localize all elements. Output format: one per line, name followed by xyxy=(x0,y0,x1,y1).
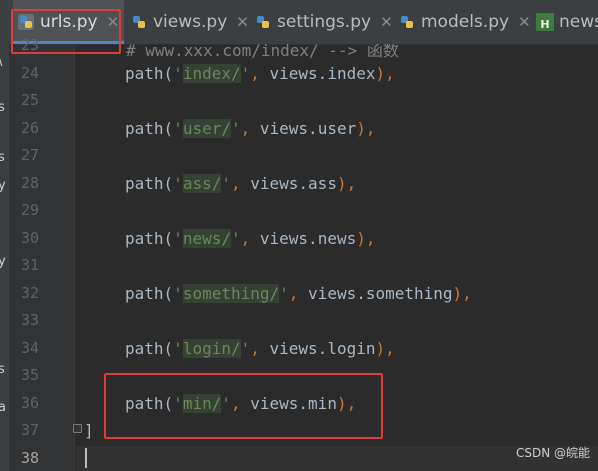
editor-tab-bar: urls.py ✕ views.py ✕ settings.py ✕ model… xyxy=(0,0,598,45)
line-number: 35 xyxy=(20,366,39,384)
line-number-gutter: 23 24 25 26 27 28 29 30 31 32 33 34 35 3… xyxy=(9,36,82,471)
code-line-route-ass: path('ass/', views.ass), xyxy=(125,174,357,193)
line-number: 29 xyxy=(20,201,39,219)
panel-glyph: s xyxy=(0,100,5,115)
panel-glyph: y xyxy=(0,178,6,193)
line-number: 26 xyxy=(20,119,39,137)
python-file-icon xyxy=(18,14,34,30)
python-file-icon xyxy=(401,16,413,28)
close-icon[interactable]: ✕ xyxy=(236,13,249,31)
tab-label: settings.py xyxy=(277,12,372,32)
line-number: 37 xyxy=(20,421,39,439)
panel-glyph: s xyxy=(0,150,5,165)
code-line-route-something: path('something/', views.something), xyxy=(125,284,472,303)
line-number: 24 xyxy=(20,64,39,82)
panel-glyph: \ xyxy=(0,54,2,69)
panel-glyph: y xyxy=(0,254,6,269)
tab-label: views.py xyxy=(153,12,228,32)
line-number: 27 xyxy=(20,146,39,164)
closing-bracket: ] xyxy=(84,421,94,440)
tab-models-py[interactable]: models.py ✕ xyxy=(398,0,531,44)
python-file-icon xyxy=(257,16,269,28)
line-number: 30 xyxy=(20,229,39,247)
line-number: 25 xyxy=(20,91,39,109)
tab-news-html[interactable]: H news. xyxy=(536,0,598,44)
html-file-icon: H xyxy=(536,13,554,31)
line-number: 34 xyxy=(20,339,39,357)
line-number: 36 xyxy=(20,394,39,412)
code-line-route-index: path('index/', views.index), xyxy=(125,64,395,83)
project-panel-edge: \ s s y y s a xyxy=(0,44,9,471)
code-editor[interactable]: # www.xxx.com/index/ --> 函数 path('index/… xyxy=(76,44,598,471)
line-number: 33 xyxy=(20,311,39,329)
close-icon[interactable]: ✕ xyxy=(107,13,120,31)
tab-label: urls.py xyxy=(40,12,98,32)
code-line-route-min: path('min/', views.min), xyxy=(125,394,357,413)
line-number: 28 xyxy=(20,174,39,192)
comment-line: # www.xxx.com/index/ --> 函数 xyxy=(126,44,399,60)
tab-views-py[interactable]: views.py ✕ xyxy=(130,0,249,44)
tab-label: news. xyxy=(559,12,598,32)
watermark: CSDN @皖能 xyxy=(515,446,590,460)
line-number: 31 xyxy=(20,256,39,274)
panel-glyph: s xyxy=(0,362,5,377)
line-number: 32 xyxy=(20,284,39,302)
code-line-route-user: path('user/', views.user), xyxy=(125,119,376,138)
tab-label: models.py xyxy=(421,12,510,32)
close-icon[interactable]: ✕ xyxy=(380,13,393,31)
close-icon[interactable]: ✕ xyxy=(518,13,531,31)
panel-glyph: a xyxy=(0,400,6,415)
code-line-route-login: path('login/', views.login), xyxy=(125,339,395,358)
line-number-current: 38 xyxy=(20,449,39,467)
line-number: 23 xyxy=(20,36,39,54)
text-caret xyxy=(85,448,87,468)
tab-settings-py[interactable]: settings.py ✕ xyxy=(254,0,393,44)
python-file-icon xyxy=(133,16,145,28)
code-line-route-news: path('news/', views.news), xyxy=(125,229,376,248)
